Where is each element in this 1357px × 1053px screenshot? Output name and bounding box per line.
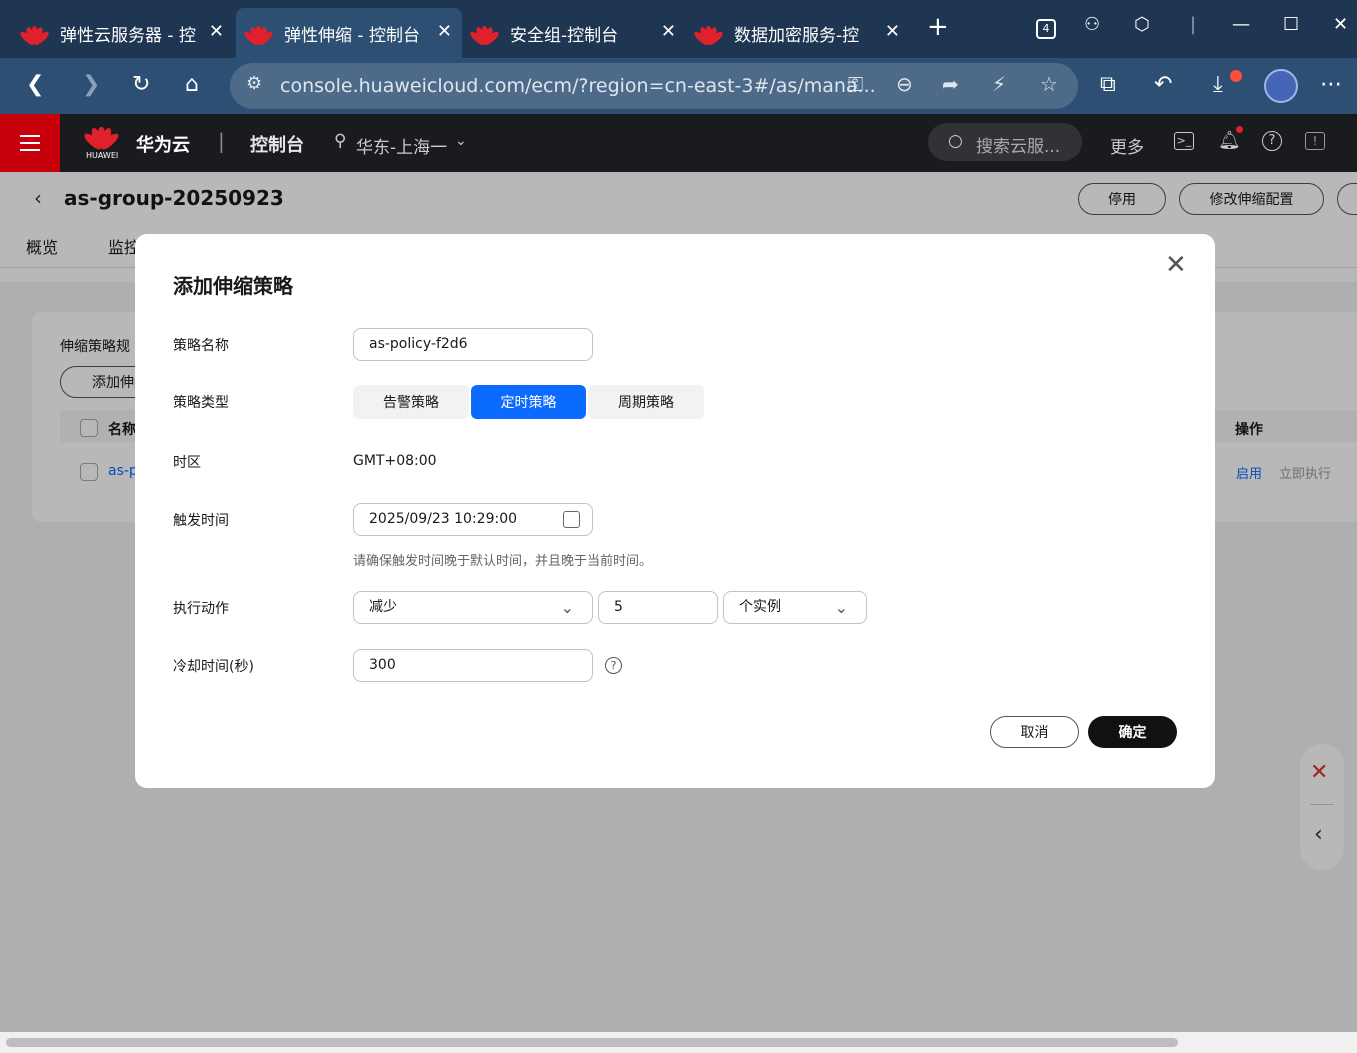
cancel-button[interactable]: 取消 <box>990 716 1079 748</box>
close-tab-icon[interactable]: ✕ <box>209 21 224 42</box>
unit-select[interactable]: 个实例 ⌄ <box>723 591 867 624</box>
action-select-value: 减少 <box>369 599 397 615</box>
back-icon[interactable]: ❮ <box>26 72 44 97</box>
maximize-icon[interactable]: ☐ <box>1283 14 1299 35</box>
huawei-logo-icon <box>242 22 275 47</box>
unit-select-value: 个实例 <box>739 599 781 615</box>
extension-icon[interactable]: ⬡ <box>1134 14 1150 35</box>
browser-tab-bar: 弹性云服务器 - 控 ✕ 弹性伸缩 - 控制台 ✕ 安全组-控制台 ✕ 数据加密… <box>0 0 1357 58</box>
policy-name-label: 策略名称 <box>173 338 229 354</box>
chevron-down-icon: ⌄ <box>560 598 574 617</box>
bell-icon[interactable]: 🔔︎ <box>1218 130 1241 151</box>
close-tab-icon[interactable]: ✕ <box>437 21 452 42</box>
region-selector[interactable]: 华东-上海一 <box>356 133 447 158</box>
timezone-value: GMT+08:00 <box>353 453 437 469</box>
help-icon[interactable]: ? <box>1262 131 1282 151</box>
forward-icon[interactable]: ❯ <box>82 72 100 97</box>
huawei-logo-icon <box>18 22 51 47</box>
zoom-out-icon[interactable]: ⊖ <box>896 72 913 96</box>
timezone-label: 时区 <box>173 455 201 471</box>
console-link[interactable]: 控制台 <box>250 131 304 157</box>
tab-title: 弹性伸缩 - 控制台 <box>284 25 420 46</box>
feedback-icon[interactable]: ! <box>1305 132 1325 150</box>
brand-sub: HUAWEI <box>86 151 119 160</box>
tab-title: 弹性云服务器 - 控 <box>60 25 196 46</box>
url-field[interactable]: ⚙ console.huaweicloud.com/ecm/?region=cn… <box>230 63 1078 109</box>
close-icon[interactable]: ✕ <box>1165 250 1187 280</box>
url-text: console.huaweicloud.com/ecm/?region=cn-e… <box>280 75 876 97</box>
dialog-title: 添加伸缩策略 <box>173 274 293 298</box>
lightning-icon[interactable]: ⚡ <box>992 72 1006 96</box>
huawei-logo-icon <box>468 22 501 47</box>
action-label: 执行动作 <box>173 601 229 617</box>
extensions-icon[interactable]: ⧉ <box>1100 72 1116 97</box>
hamburger-menu-icon[interactable] <box>0 114 60 172</box>
bookmark-star-icon[interactable]: ☆ <box>1040 72 1058 96</box>
help-icon[interactable]: ? <box>605 657 622 674</box>
download-badge <box>1230 70 1242 82</box>
policy-name-input[interactable]: as-policy-f2d6 <box>353 328 593 361</box>
scrollbar-thumb[interactable] <box>6 1038 1178 1047</box>
instance-count-input[interactable]: 5 <box>598 591 718 624</box>
divider: | <box>218 129 225 153</box>
minimize-icon[interactable]: — <box>1232 14 1250 35</box>
close-tab-icon[interactable]: ✕ <box>661 21 676 42</box>
alarm-policy-option[interactable]: 告警策略 <box>353 385 469 419</box>
more-link[interactable]: 更多 <box>1110 133 1144 158</box>
incognito-icon[interactable]: ⚇ <box>1084 14 1100 35</box>
new-tab-icon[interactable]: + <box>927 12 949 42</box>
periodic-policy-option[interactable]: 周期策略 <box>588 385 704 419</box>
huawei-logo-icon <box>692 22 725 47</box>
scheduled-policy-option[interactable]: 定时策略 <box>471 385 586 419</box>
site-settings-icon[interactable]: ⚙ <box>246 73 262 94</box>
search-placeholder: 搜索云服... <box>976 137 1061 157</box>
trigger-time-value: 2025/09/23 10:29:00 <box>369 511 518 527</box>
search-input[interactable]: ○ 搜索云服... <box>928 123 1082 161</box>
key-icon[interactable]: ⚿ <box>848 72 863 96</box>
browser-tab-active[interactable]: 弹性伸缩 - 控制台 ✕ <box>236 8 462 58</box>
cloud-shell-icon[interactable]: >_ <box>1174 132 1194 150</box>
brand-name[interactable]: 华为云 <box>136 131 190 157</box>
trigger-hint: 请确保触发时间晚于默认时间，并且晚于当前时间。 <box>353 554 653 569</box>
location-pin-icon: ⚲ <box>334 131 347 151</box>
close-window-icon[interactable]: ✕ <box>1333 14 1348 35</box>
calendar-icon[interactable] <box>563 511 580 528</box>
undo-menu-icon[interactable]: ↶ <box>1154 72 1172 97</box>
home-icon[interactable]: ⌂ <box>185 72 199 97</box>
close-tab-icon[interactable]: ✕ <box>885 21 900 42</box>
tab-title: 安全组-控制台 <box>510 25 619 46</box>
download-icon[interactable]: ⤓ <box>1213 72 1223 97</box>
confirm-button[interactable]: 确定 <box>1088 716 1177 748</box>
more-menu-icon[interactable]: ⋯ <box>1320 72 1342 97</box>
avatar[interactable] <box>1264 69 1298 103</box>
cooldown-label: 冷却时间(秒) <box>173 659 254 675</box>
share-icon[interactable]: ➦ <box>942 72 959 96</box>
console-header: HUAWEI 华为云 | 控制台 ⚲ 华东-上海一 ⌄ ○ 搜索云服... 更多… <box>0 114 1357 172</box>
action-select[interactable]: 减少 ⌄ <box>353 591 593 624</box>
browser-tab[interactable]: 弹性云服务器 - 控 ✕ <box>0 8 234 58</box>
search-icon: ○ <box>948 131 963 151</box>
reload-icon[interactable]: ↻ <box>132 72 150 97</box>
cooldown-input[interactable]: 300 <box>353 649 593 682</box>
notification-dot <box>1236 126 1243 133</box>
horizontal-scrollbar[interactable] <box>0 1032 1357 1053</box>
trigger-time-picker[interactable]: 2025/09/23 10:29:00 <box>353 503 593 536</box>
separator: | <box>1190 14 1197 35</box>
policy-type-label: 策略类型 <box>173 395 229 411</box>
browser-tab[interactable]: 数据加密服务-控 ✕ <box>688 8 910 58</box>
tab-title: 数据加密服务-控 <box>734 25 860 46</box>
tab-count-icon[interactable]: 4 <box>1036 19 1056 39</box>
browser-tab[interactable]: 安全组-控制台 ✕ <box>464 8 686 58</box>
chevron-down-icon: ⌄ <box>834 598 848 617</box>
chevron-down-icon: ⌄ <box>455 133 467 149</box>
address-bar-row: ❮ ❯ ↻ ⌂ ⚙ console.huaweicloud.com/ecm/?r… <box>0 58 1357 114</box>
trigger-time-label: 触发时间 <box>173 513 229 529</box>
huawei-logo-icon <box>82 124 121 152</box>
add-policy-dialog: 添加伸缩策略 ✕ 策略名称 as-policy-f2d6 策略类型 告警策略 定… <box>135 234 1215 788</box>
